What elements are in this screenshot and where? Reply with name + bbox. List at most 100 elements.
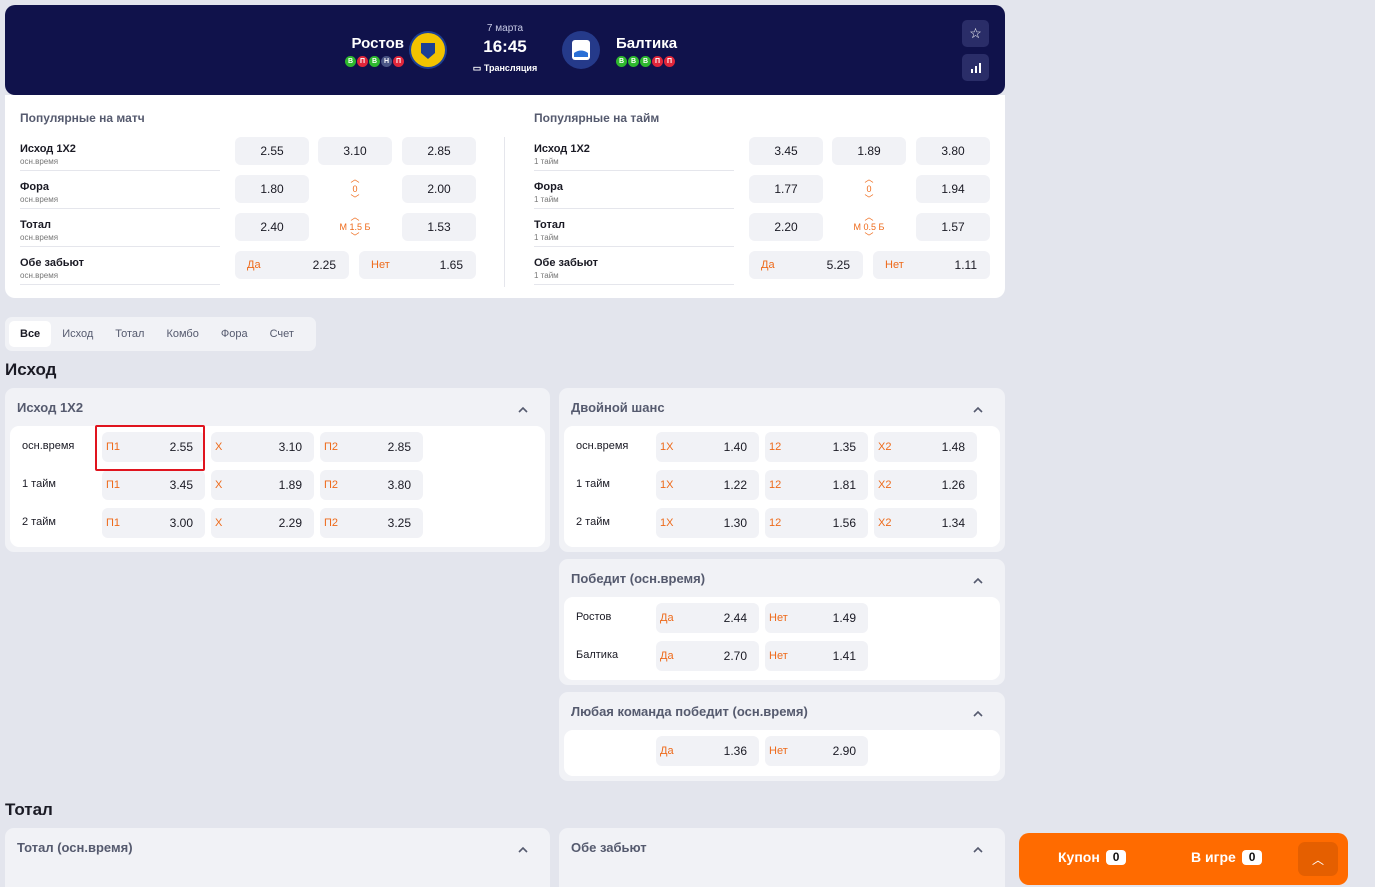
odds-button[interactable]: 1.80 (235, 175, 309, 203)
odds-value: 2.70 (723, 649, 747, 663)
odds-button[interactable]: Да 2.44 (656, 603, 759, 633)
handicap-line[interactable]: ︿ М 1.5 Б ﹀ (318, 212, 392, 242)
tab-2[interactable]: Тотал (104, 321, 155, 347)
odds-button[interactable]: 2.40 (235, 213, 309, 241)
line-value: М 0.5 Б (853, 222, 885, 232)
chevron-up-icon[interactable] (973, 706, 983, 717)
card-title: Тотал (осн.время) (17, 840, 133, 855)
outcome-1x2-card: Исход 1X2 осн.время П1 2.55 Х 3.10 П2 2.85 1 тай… (5, 388, 550, 552)
odds-button[interactable]: 1Х 1.40 (656, 432, 759, 462)
odds-button[interactable]: П2 2.85 (320, 432, 423, 462)
odds-key: Х2 (878, 517, 892, 529)
odds-button[interactable]: Нет 1.49 (765, 603, 868, 633)
chevron-up-icon[interactable] (518, 402, 528, 413)
odds-yes[interactable]: Да 2.25 (235, 251, 349, 279)
row-label: Балтика (576, 649, 619, 661)
chevron-down-icon: ﹀ (864, 194, 874, 204)
odds-button[interactable]: 2.85 (402, 137, 476, 165)
tv-icon: ▭ (472, 63, 484, 73)
odds-value: 1.41 (832, 649, 856, 663)
handicap-line[interactable]: ︿ 0 ﹀ (318, 174, 392, 204)
odds-key: П1 (106, 517, 121, 529)
odds-button[interactable]: Х 2.29 (211, 508, 314, 538)
match-header: Ростов ВПВНП 7 марта 16:45 ▭ Трансляция … (5, 5, 1005, 95)
odds-button[interactable]: 12 1.35 (765, 432, 868, 462)
odds-button[interactable]: Х2 1.48 (874, 432, 977, 462)
handicap-line[interactable]: ︿ 0 ﹀ (832, 174, 906, 204)
odds-button[interactable]: 2.00 (402, 175, 476, 203)
odds-button[interactable]: Х2 1.26 (874, 470, 977, 500)
coupon-button[interactable]: Купон 0 (1058, 849, 1127, 865)
odds-button[interactable]: 1.57 (916, 213, 990, 241)
chevron-up-icon[interactable] (973, 842, 983, 853)
odds-button[interactable]: Да 2.70 (656, 641, 759, 671)
market-period: осн.время (20, 157, 59, 166)
odds-button[interactable]: 12 1.81 (765, 470, 868, 500)
form-result: П (652, 56, 663, 67)
chevron-up-icon[interactable] (518, 842, 528, 853)
odds-key: Да (660, 650, 674, 662)
odds-button[interactable]: 2.20 (749, 213, 823, 241)
match-info: 7 марта 16:45 ▭ Трансляция (460, 23, 550, 74)
odds-button[interactable]: П1 3.00 (102, 508, 205, 538)
market-row: Да 1.36 Нет 2.90 (564, 736, 1000, 766)
odds-button[interactable]: П2 3.80 (320, 470, 423, 500)
odds-button[interactable]: П1 3.45 (102, 470, 205, 500)
odds-key: Да (660, 612, 674, 624)
odds-button[interactable]: 1.53 (402, 213, 476, 241)
odds-button[interactable]: Нет 1.41 (765, 641, 868, 671)
tab-5[interactable]: Счет (259, 321, 305, 347)
popular-title: Популярные на тайм (534, 111, 660, 125)
chevron-down-icon: ﹀ (350, 194, 360, 204)
stats-button[interactable] (962, 54, 989, 81)
odds-no[interactable]: Нет 1.11 (873, 251, 990, 279)
odds-button[interactable]: Х 1.89 (211, 470, 314, 500)
odds-key: Нет (769, 650, 788, 662)
tab-0[interactable]: Все (9, 321, 52, 347)
tab-3[interactable]: Комбо (155, 321, 209, 347)
scroll-up-button[interactable]: ︿ (1298, 842, 1338, 876)
chevron-up-icon[interactable] (973, 402, 983, 413)
market-label: Тотал 1 тайм (534, 213, 734, 247)
odds-button[interactable]: 3.45 (749, 137, 823, 165)
odds-button[interactable]: 3.80 (916, 137, 990, 165)
odds-button[interactable]: 1Х 1.22 (656, 470, 759, 500)
odds-key: 12 (769, 517, 782, 529)
stream-link[interactable]: ▭ Трансляция (460, 63, 550, 74)
odds-button[interactable]: 1Х 1.30 (656, 508, 759, 538)
handicap-line[interactable]: ︿ М 0.5 Б ﹀ (832, 212, 906, 242)
odds-button[interactable]: 2.55 (235, 137, 309, 165)
odds-button[interactable]: Нет 2.90 (765, 736, 868, 766)
odds-button[interactable]: 12 1.56 (765, 508, 868, 538)
odds-button[interactable]: Да 1.36 (656, 736, 759, 766)
tab-1[interactable]: Исход (51, 321, 104, 347)
chevron-up-icon: ︿ (350, 174, 360, 184)
form-result: В (345, 56, 356, 67)
form-result: П (664, 56, 675, 67)
ingame-button[interactable]: В игре 0 (1191, 849, 1263, 865)
market-row: Балтика Да 2.70 Нет 1.41 (564, 641, 1000, 671)
odds-yes[interactable]: Да 5.25 (749, 251, 863, 279)
chevron-up-icon: ︿ (350, 212, 360, 222)
market-row: 2 тайм П1 3.00 Х 2.29 П2 3.25 (10, 508, 545, 538)
odds-button[interactable]: Х 3.10 (211, 432, 314, 462)
odds-button[interactable]: 1.94 (916, 175, 990, 203)
favorite-button[interactable]: ☆ (962, 20, 989, 47)
odds-button[interactable]: Х2 1.34 (874, 508, 977, 538)
odds-button[interactable]: 1.89 (832, 137, 906, 165)
odds-key: Х2 (878, 479, 892, 491)
odds-value: 2.85 (387, 440, 411, 454)
tab-4[interactable]: Фора (210, 321, 259, 347)
odds-button[interactable]: 3.10 (318, 137, 392, 165)
odds-button[interactable]: 1.77 (749, 175, 823, 203)
odds-value: 1.36 (723, 744, 747, 758)
odds-no[interactable]: Нет 1.65 (359, 251, 476, 279)
chevron-up-icon: ︿ (864, 174, 874, 184)
odds-key: Да (247, 259, 261, 271)
coupon-bar: Купон 0 В игре 0 ︿ (1019, 833, 1348, 885)
market-label: Исход 1Х2 осн.время (20, 137, 220, 171)
odds-button[interactable]: П2 3.25 (320, 508, 423, 538)
odds-key: 1Х (660, 441, 674, 453)
section-outcome: Исход (5, 360, 57, 379)
chevron-up-icon[interactable] (973, 573, 983, 584)
